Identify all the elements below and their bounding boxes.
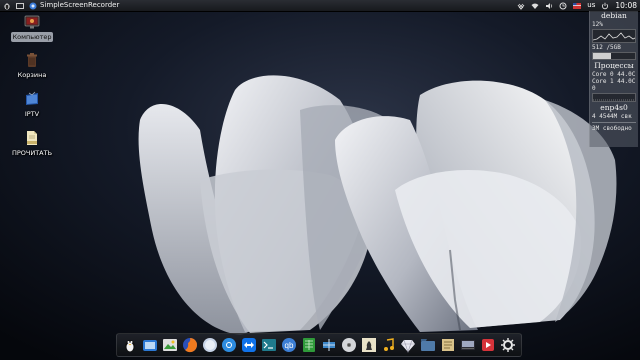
folder-icon[interactable] — [420, 337, 436, 353]
files-icon[interactable] — [142, 337, 158, 353]
conky-hostname: debian — [601, 11, 627, 20]
terminal-icon[interactable] — [261, 337, 277, 353]
spreadsheet-icon[interactable] — [301, 337, 317, 353]
network-icon[interactable] — [517, 2, 525, 10]
conky-system-monitor: debian 12% 512 /5GB Процессы Core 0 44.0… — [589, 11, 638, 147]
music-note-icon[interactable] — [381, 337, 397, 353]
qbittorrent-icon[interactable]: qb — [281, 337, 297, 353]
iptv-icon — [24, 91, 40, 107]
conky-core1: Core 1 44.0C — [592, 78, 636, 85]
conky-mem-label: 512 /5GB — [592, 44, 621, 51]
trash-icon — [24, 52, 40, 68]
teamviewer-icon[interactable] — [241, 337, 257, 353]
task-title: SimpleScreenRecorder — [40, 1, 120, 9]
linux-tux-icon[interactable] — [122, 337, 138, 353]
conky-mem-graph — [592, 52, 636, 60]
desktop-icon-readme[interactable]: ПРОЧИТАТЬ — [0, 130, 64, 158]
power-icon[interactable] — [601, 2, 609, 10]
flag-icon[interactable] — [573, 2, 582, 10]
wifi-icon[interactable] — [531, 2, 539, 10]
conky-net-value: 4 4544M свк — [592, 113, 632, 120]
network-tool-icon[interactable] — [321, 337, 337, 353]
show-desktop-icon[interactable] — [16, 2, 24, 10]
top-panel: SimpleScreenRecorder us 10:08 — [0, 0, 640, 12]
computer-icon — [24, 14, 40, 30]
desktop-icon-label: Компьютер — [10, 32, 54, 42]
dock: qb — [116, 333, 522, 357]
text-editor-icon[interactable] — [440, 337, 456, 353]
keyboard-layout-indicator[interactable]: us — [587, 0, 595, 11]
conky-cpu-label: 12% — [592, 21, 603, 28]
clock[interactable]: 10:08 — [615, 0, 637, 11]
desktop-icon-iptv[interactable]: IPTV — [0, 91, 64, 119]
wallpaper — [0, 0, 640, 360]
chess-icon[interactable] — [361, 337, 377, 353]
firefox-icon[interactable] — [182, 337, 198, 353]
media-player-icon[interactable] — [460, 337, 476, 353]
screen-recorder-icon — [29, 2, 37, 10]
blank-app-icon[interactable] — [202, 337, 218, 353]
desktop-icon-label: ПРОЧИТАТЬ — [11, 149, 53, 157]
conky-processes-title: Процессы — [594, 61, 634, 70]
desktop-icon-label: Корзина — [17, 71, 47, 79]
ruby-icon[interactable] — [400, 337, 416, 353]
conky-zero: 0 — [592, 85, 596, 92]
disc-burner-icon[interactable] — [341, 337, 357, 353]
image-viewer-icon[interactable] — [162, 337, 178, 353]
taskbar-item-screen-recorder[interactable]: SimpleScreenRecorder — [29, 0, 119, 11]
volume-icon[interactable] — [545, 2, 553, 10]
video-player-icon[interactable] — [480, 337, 496, 353]
svg-text:qb: qb — [285, 341, 294, 350]
text-file-icon — [24, 130, 40, 146]
web-browser-icon[interactable] — [221, 337, 237, 353]
conky-net-title: enp4s0 — [600, 103, 628, 112]
conky-core0: Core 0 44.0C — [592, 71, 636, 78]
conky-disk-free: 3M свободно — [592, 125, 632, 132]
desktop-icon-label: IPTV — [24, 110, 40, 118]
settings-gear-icon[interactable] — [500, 337, 516, 353]
conky-cpu-graph — [592, 29, 636, 43]
updates-icon[interactable] — [559, 2, 567, 10]
conky-process-graph — [592, 93, 636, 102]
menu-icon[interactable] — [3, 2, 11, 10]
desktop-icon-trash[interactable]: Корзина — [0, 52, 64, 80]
desktop-icon-computer[interactable]: Компьютер — [0, 14, 64, 42]
